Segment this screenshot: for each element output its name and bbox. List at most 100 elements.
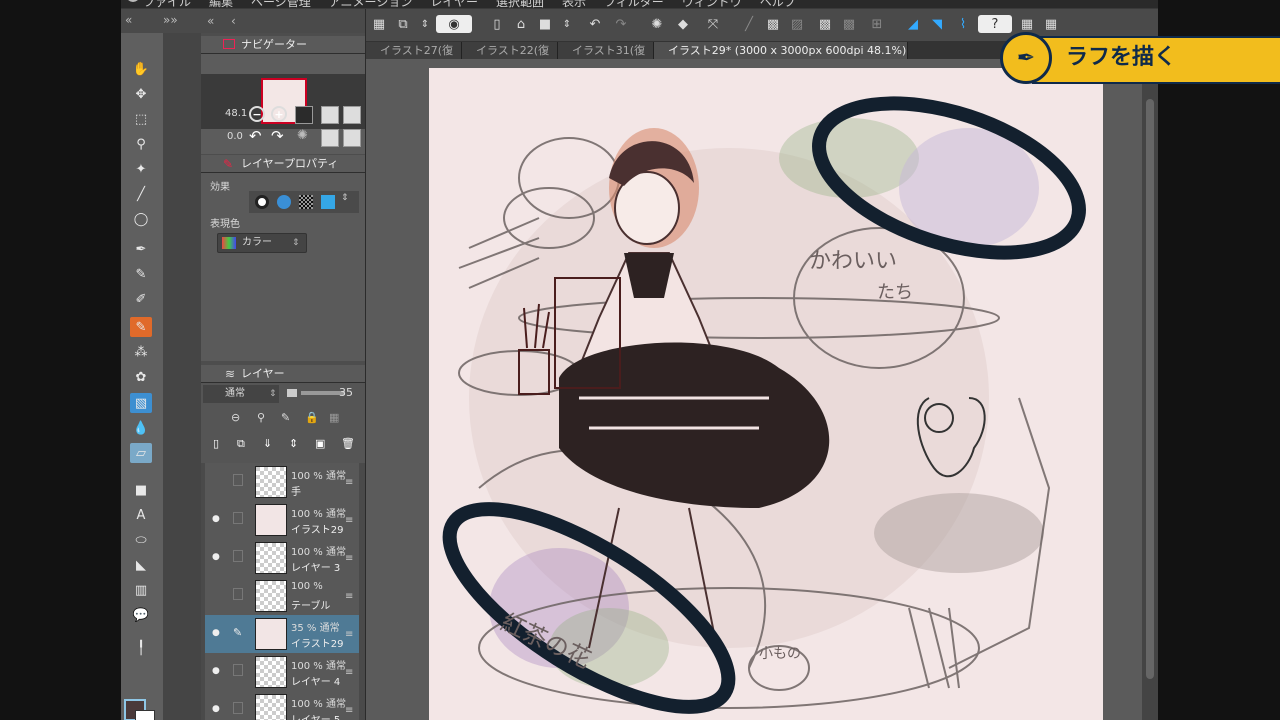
vertical-scrollbar[interactable] <box>1142 59 1158 720</box>
new-file-icon[interactable]: ▯ <box>488 15 506 33</box>
hand-tool-icon[interactable]: ✋ <box>130 59 152 79</box>
combine-down-icon[interactable]: ⇕ <box>289 437 298 450</box>
draft-icon[interactable]: ✎ <box>281 411 290 424</box>
tab-illust29-active[interactable]: イラスト29* (3000 x 3000px 600dpi 48.1%) <box>654 42 908 59</box>
sub-color-swatch[interactable] <box>135 710 155 720</box>
eraser-tool-icon[interactable]: ▱ <box>130 443 152 463</box>
layer-row[interactable]: ● 100 % 通常 レイヤー 4 ≡ <box>205 653 359 692</box>
layer-row[interactable]: 100 % テーブル ≡ <box>205 577 359 616</box>
lock-icon[interactable]: 🔒 <box>305 411 319 424</box>
eye-icon[interactable]: ● <box>212 704 222 714</box>
clip-icon[interactable]: ⊖ <box>231 411 240 424</box>
effect-spinner-icon[interactable]: ⇕ <box>341 193 349 203</box>
new-vector-layer-icon[interactable]: ⧉ <box>237 437 245 451</box>
correct-line-tool-icon[interactable]: ╿ <box>130 638 152 658</box>
menu-selection[interactable]: 選択範囲 <box>496 0 544 8</box>
menu-filter[interactable]: フィルター <box>604 0 664 8</box>
ruler-tool-icon[interactable]: ◣ <box>130 555 152 575</box>
selection-icon[interactable]: ▩ <box>816 15 834 33</box>
eyedropper-tool-icon[interactable]: ╱ <box>130 184 152 204</box>
deselect-icon[interactable]: ▨ <box>788 15 806 33</box>
swirl-icon[interactable]: ◉ <box>436 15 472 33</box>
spinner-icon[interactable]: ⇕ <box>416 15 434 33</box>
paint-tool-icon[interactable]: ✎ <box>130 317 152 337</box>
menu-page[interactable]: ページ管理 <box>251 0 311 8</box>
snap-icon[interactable]: ⊞ <box>868 15 886 33</box>
delete-layer-icon[interactable]: 🗑 <box>341 437 355 450</box>
expand-icon[interactable]: ‹ <box>231 14 236 28</box>
lock-toggle-icon[interactable] <box>233 512 243 524</box>
snap-grid-icon[interactable]: ⌇ <box>954 15 972 33</box>
balloon-tool-icon[interactable]: 💬 <box>130 605 152 625</box>
menu-animation[interactable]: アニメーション <box>329 0 413 8</box>
zoom-in-icon[interactable]: + <box>271 106 287 122</box>
reference-icon[interactable]: ⚲ <box>257 411 265 424</box>
new-raster-layer-icon[interactable]: ▯ <box>213 437 219 450</box>
gradient-tool-icon[interactable]: ■ <box>130 480 152 500</box>
menu-file[interactable]: ファイル <box>143 0 191 8</box>
tab-illust31[interactable]: イラスト31(復 <box>558 42 654 59</box>
save-spinner-icon[interactable]: ⇕ <box>558 15 576 33</box>
ruler-icon[interactable]: ▦ <box>1018 15 1036 33</box>
wand-tool-icon[interactable]: ✦ <box>130 159 152 179</box>
layer-menu-icon[interactable]: ≡ <box>345 667 353 678</box>
lock-alpha-icon[interactable]: ▦ <box>329 411 339 424</box>
layer-menu-icon[interactable]: ≡ <box>345 553 353 564</box>
select-all-icon[interactable]: ▩ <box>764 15 782 33</box>
object-tool-icon[interactable]: ⬚ <box>130 109 152 129</box>
open-file-icon[interactable]: ⌂ <box>512 15 530 33</box>
layers-title-bar[interactable]: ≋ レイヤー <box>201 365 365 383</box>
mask-icon[interactable]: ▣ <box>315 437 325 450</box>
layer-row[interactable]: ● 100 % 通常 レイヤー 3 ≡ <box>205 539 359 578</box>
tone-effect-icon[interactable] <box>277 195 291 209</box>
menu-edit[interactable]: 編集 <box>209 0 233 8</box>
invert-selection-icon[interactable]: ▩ <box>840 15 858 33</box>
rotate-right-icon[interactable]: ↷ <box>271 127 284 145</box>
brush-tool-icon[interactable]: ✐ <box>130 289 152 309</box>
lock-toggle-icon[interactable] <box>233 664 243 676</box>
opacity-value[interactable]: 35 <box>339 386 353 399</box>
lock-toggle-icon[interactable] <box>233 702 243 714</box>
snap-special-icon[interactable]: ◥ <box>928 15 946 33</box>
tab-illust22[interactable]: イラスト22(復 <box>462 42 558 59</box>
menu-layer[interactable]: レイヤー <box>430 0 478 8</box>
snap-ruler-icon[interactable]: ◢ <box>904 15 922 33</box>
pencil-tool-icon[interactable]: ✎ <box>130 264 152 284</box>
clear-icon[interactable]: ╱ <box>740 15 758 33</box>
loading-icon[interactable]: ✺ <box>648 15 666 33</box>
tab-illust27[interactable]: イラスト27(復 <box>366 42 462 59</box>
text-tool-icon[interactable]: A <box>130 505 152 525</box>
help-icon[interactable]: ? <box>978 15 1012 33</box>
drawing-canvas[interactable]: かわいい たち 紅茶の花 小もの <box>429 68 1103 720</box>
menu-view[interactable]: 表示 <box>562 0 586 8</box>
texture-effect-icon[interactable] <box>299 195 313 209</box>
eye-icon[interactable]: ● <box>212 628 222 638</box>
zoom-out-icon[interactable]: − <box>249 106 265 122</box>
move-tool-icon[interactable]: ✥ <box>130 84 152 104</box>
fill-icon[interactable]: ◆ <box>674 15 692 33</box>
lock-toggle-icon[interactable] <box>233 550 243 562</box>
expression-select[interactable]: カラー ⇕ <box>217 233 307 253</box>
eye-icon[interactable]: ● <box>212 666 222 676</box>
collapse-right-icon[interactable]: »» <box>163 13 178 27</box>
layer-row[interactable]: ● 100 % 通常 レイヤー 5 ≡ <box>205 691 359 720</box>
layer-menu-icon[interactable]: ≡ <box>345 515 353 526</box>
frame-tool-icon[interactable]: ▥ <box>130 580 152 600</box>
collapse-icon[interactable]: « <box>207 14 214 28</box>
view-icon[interactable]: ▦ <box>1042 15 1060 33</box>
pen-tool-icon[interactable]: ✒ <box>130 239 152 259</box>
mirror-v-icon[interactable] <box>343 129 361 147</box>
grid-icon[interactable]: ▦ <box>370 15 388 33</box>
blend-mode-select[interactable]: 通常 ⇕ <box>203 385 279 403</box>
eye-icon[interactable]: ● <box>212 514 222 524</box>
lock-toggle-icon[interactable] <box>233 588 243 600</box>
layer-row-selected[interactable]: ● ✎ 35 % 通常 イラスト29 ≡ <box>205 615 359 654</box>
reset-rotate-icon[interactable]: ✺ <box>297 128 308 143</box>
navigator-title-bar[interactable]: ナビゲーター <box>201 36 365 54</box>
lasso-tool-icon[interactable]: ◯ <box>130 209 152 229</box>
layer-select-icon[interactable]: ⧉ <box>394 15 412 33</box>
layer-menu-icon[interactable]: ≡ <box>345 477 353 488</box>
fit-icon[interactable] <box>295 106 313 124</box>
undo-icon[interactable]: ↶ <box>586 15 604 33</box>
layer-menu-icon[interactable]: ≡ <box>345 629 353 640</box>
